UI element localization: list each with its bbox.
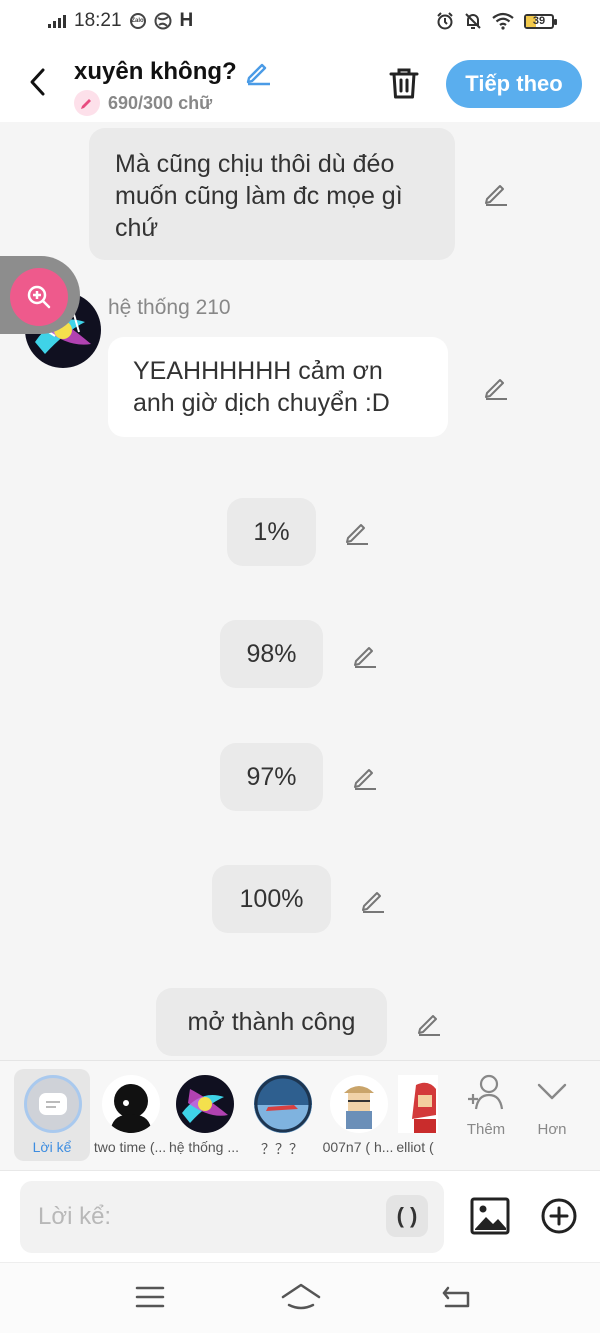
battery-icon: 39 [524, 13, 557, 29]
character-name: elliot ( [396, 1139, 434, 1155]
signal-icon [48, 14, 66, 28]
character-avatar [176, 1075, 234, 1133]
add-person-icon [468, 1074, 504, 1110]
trash-icon [389, 68, 419, 99]
battery-level: 39 [532, 14, 546, 27]
character-two-time[interactable]: two time (... [92, 1069, 168, 1161]
character-unknown[interactable]: ？？？ [244, 1069, 320, 1161]
more-button[interactable]: Hơn [522, 1073, 582, 1138]
chat-bubble-icon [39, 1093, 67, 1115]
add-label: Thêm [466, 1121, 506, 1138]
zoom-in-icon [27, 285, 51, 309]
message-bubble[interactable]: 98% [220, 620, 323, 688]
app-h-icon: H [179, 10, 194, 31]
emoji-button[interactable]: ( ) [386, 1195, 428, 1237]
floating-zoom-button[interactable] [10, 268, 68, 326]
chat-area: Mà cũng chịu thôi dù đéo muốn cũng làm đ… [0, 122, 600, 1060]
image-button[interactable] [470, 1197, 510, 1240]
character-narrator[interactable]: Lời kể [14, 1069, 90, 1161]
input-bar: Lời kể: ( ) [0, 1170, 600, 1262]
delete-button[interactable] [388, 66, 420, 105]
mute-bell-icon [465, 13, 481, 29]
pencil-badge-icon [74, 90, 100, 116]
back-nav-icon[interactable] [440, 1283, 474, 1311]
next-button[interactable]: Tiếp theo [446, 60, 582, 108]
status-time: 18:21 [74, 10, 122, 31]
image-icon [470, 1197, 510, 1235]
message-bubble[interactable]: mở thành công [156, 988, 387, 1056]
message-bubble[interactable]: 1% [227, 498, 316, 566]
character-avatar [254, 1075, 312, 1133]
zalo-icon: Zalo [129, 13, 146, 29]
more-label: Hơn [537, 1121, 567, 1138]
message-bubble[interactable]: 97% [220, 743, 323, 811]
edit-title-button[interactable] [244, 58, 272, 91]
edit-message-icon[interactable] [352, 642, 378, 668]
add-button[interactable] [540, 1197, 578, 1240]
character-name: hệ thống ... [168, 1139, 240, 1155]
sender-name: hệ thống 210 [108, 296, 231, 319]
menu-icon[interactable] [134, 1283, 166, 1311]
character-avatar [330, 1075, 388, 1133]
message-bubble[interactable]: YEAHHHHHH cảm ơn anh giờ dịch chuyển :D [108, 337, 448, 437]
character-elliot[interactable]: elliot ( [392, 1069, 438, 1161]
edit-message-icon[interactable] [360, 887, 386, 913]
status-bar: 18:21 Zalo H 39 [0, 0, 600, 46]
app-globe-icon [154, 12, 172, 30]
back-arrow-icon [30, 68, 45, 96]
add-character-button[interactable]: Thêm [456, 1073, 516, 1138]
message-bubble[interactable]: 100% [212, 865, 331, 933]
message-bubble[interactable]: Mà cũng chịu thôi dù đéo muốn cũng làm đ… [89, 128, 455, 260]
chevron-down-icon [537, 1083, 567, 1100]
edit-message-icon[interactable] [483, 374, 509, 400]
character-name: 007n7 ( h... [322, 1139, 394, 1155]
edit-message-icon[interactable] [344, 519, 370, 545]
alarm-icon [437, 12, 453, 30]
story-title[interactable]: xuyên không? [74, 58, 237, 86]
back-button[interactable] [22, 64, 52, 100]
character-he-thong[interactable]: hệ thống ... [166, 1069, 242, 1161]
word-count-text: 690/300 chữ [108, 92, 213, 113]
narrator-avatar [24, 1075, 82, 1133]
system-nav-bar [0, 1262, 600, 1333]
input-placeholder: Lời kể: [38, 1203, 112, 1230]
top-header: xuyên không? 690/300 chữ Tiếp theo [0, 46, 600, 122]
pencil-icon [246, 63, 270, 86]
edit-message-icon[interactable] [416, 1010, 442, 1036]
character-avatar [102, 1075, 160, 1133]
character-name: ？？？ [261, 1141, 303, 1157]
word-counter: 690/300 chữ [74, 90, 212, 116]
edit-message-icon[interactable] [352, 764, 378, 790]
message-input[interactable]: Lời kể: ( ) [20, 1181, 444, 1253]
wifi-icon [492, 12, 514, 30]
character-007n7[interactable]: 007n7 ( h... [320, 1069, 396, 1161]
plus-circle-icon [541, 1198, 577, 1234]
character-name: Lời kể [32, 1139, 72, 1155]
character-bar: Lời kể two time (... hệ thống ... ？？？ 00… [0, 1060, 600, 1170]
character-avatar [398, 1075, 438, 1133]
edit-message-icon[interactable] [483, 180, 509, 206]
home-icon[interactable] [280, 1281, 322, 1311]
